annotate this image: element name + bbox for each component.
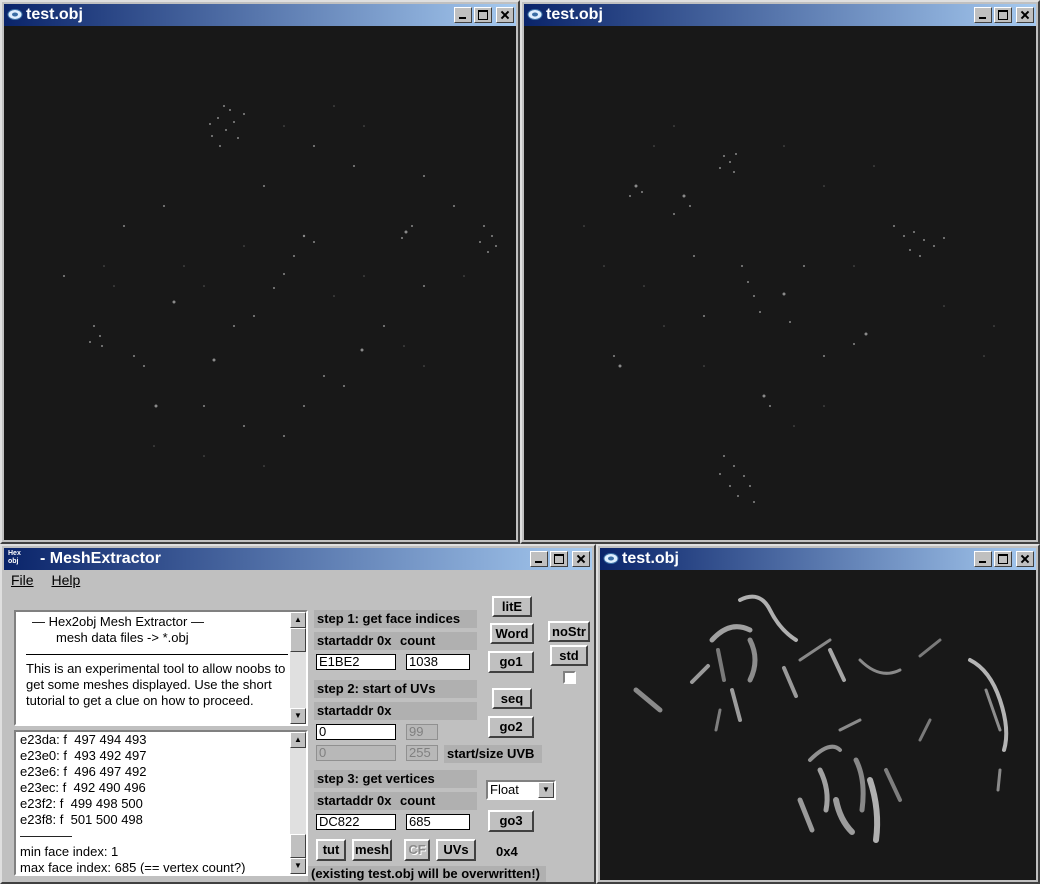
3d-viewport[interactable]: [4, 26, 516, 540]
seq-button[interactable]: seq: [492, 688, 532, 709]
app-icon: Hex obj: [8, 550, 21, 565]
close-button[interactable]: [496, 7, 514, 23]
log-line: e23e0: f 493 492 497: [20, 748, 147, 763]
point-cloud-render: [63, 105, 497, 467]
window-title: - MeshExtractor: [40, 550, 161, 567]
type-dropdown[interactable]: Float ▼: [486, 780, 556, 800]
log-line: e23da: f 497 494 493: [20, 732, 147, 747]
minimize-button[interactable]: [974, 7, 992, 23]
step1-count-field[interactable]: 1038: [406, 654, 470, 670]
nostr-button[interactable]: noStr: [548, 621, 590, 642]
maximize-button[interactable]: [474, 7, 492, 23]
menu-bar: File Help: [4, 570, 592, 590]
scroll-thumb[interactable]: [290, 834, 306, 858]
step2-startaddr-label: startaddr 0x: [314, 702, 477, 720]
log-line: min face index: 1: [20, 844, 119, 859]
log-scrollbar[interactable]: ▲ ▼: [290, 732, 306, 874]
step3-label: step 3: get vertices: [314, 770, 477, 788]
dropdown-arrow-icon[interactable]: ▼: [538, 782, 554, 798]
intro-scrollbar[interactable]: ▲ ▼: [290, 612, 306, 724]
maximize-button[interactable]: [994, 7, 1012, 23]
title-bar[interactable]: test.obj: [524, 4, 1036, 26]
mesh-button[interactable]: mesh: [352, 839, 392, 861]
menu-help[interactable]: Help: [44, 570, 87, 590]
go3-button[interactable]: go3: [488, 810, 534, 832]
3d-viewport[interactable]: [600, 570, 1036, 880]
window-title: test.obj: [546, 6, 603, 23]
uvs-button[interactable]: UVs: [436, 839, 476, 861]
step2-field-99: 99: [406, 724, 438, 740]
intro-subtitle: mesh data files -> *.obj: [56, 630, 189, 645]
option-checkbox[interactable]: [563, 671, 576, 684]
scroll-up-arrow-icon[interactable]: ▲: [290, 612, 306, 628]
step1-startaddr-label: startaddr 0x count: [314, 632, 477, 650]
log-line: ————: [20, 828, 72, 843]
point-cloud-render: [583, 125, 995, 503]
step3-count-field[interactable]: 685: [406, 814, 470, 830]
window-title: test.obj: [622, 550, 679, 567]
intro-title: — Hex2obj Mesh Extractor —: [32, 614, 204, 629]
scroll-thumb[interactable]: [290, 628, 306, 652]
stride-label: 0x4: [496, 844, 518, 859]
intro-paragraph: This is an experimental tool to allow no…: [26, 661, 286, 708]
log-line: e23e6: f 496 497 492: [20, 764, 147, 779]
step3-startaddr-label: startaddr 0x count: [314, 792, 477, 810]
log-panel: e23da: f 497 494 493 e23e0: f 493 492 497…: [14, 730, 308, 876]
close-button[interactable]: [1016, 551, 1034, 567]
viewport-window-1: test.obj: [0, 0, 520, 544]
title-bar[interactable]: Hex obj - MeshExtractor: [4, 548, 592, 570]
scroll-down-arrow-icon[interactable]: ▼: [290, 858, 306, 874]
std-button[interactable]: std: [550, 645, 588, 666]
window-icon: [603, 553, 619, 564]
step2-label: step 2: start of UVs: [314, 680, 477, 698]
lite-button[interactable]: litE: [492, 596, 532, 617]
title-bar[interactable]: test.obj: [4, 4, 516, 26]
step3-startaddr-field[interactable]: DC822: [316, 814, 396, 830]
viewport-window-3: test.obj: [596, 544, 1040, 884]
tut-button[interactable]: tut: [316, 839, 346, 861]
minimize-button[interactable]: [454, 7, 472, 23]
step2-uvb-start-field: 0: [316, 745, 396, 761]
intro-divider: [26, 654, 288, 655]
step1-startaddr-field[interactable]: E1BE2: [316, 654, 396, 670]
3d-viewport[interactable]: [524, 26, 1036, 540]
intro-text-panel: — Hex2obj Mesh Extractor — mesh data fil…: [14, 610, 308, 726]
mesh-strips-render: [633, 594, 1009, 843]
step3-count-label: count: [400, 793, 436, 808]
maximize-button[interactable]: [550, 551, 568, 567]
uvb-label: start/size UVB: [444, 745, 542, 763]
title-bar[interactable]: test.obj: [600, 548, 1036, 570]
step2-startaddr-field[interactable]: 0: [316, 724, 396, 740]
close-button[interactable]: [572, 551, 590, 567]
go2-button[interactable]: go2: [488, 716, 534, 738]
minimize-button[interactable]: [530, 551, 548, 567]
log-line: e23ec: f 492 490 496: [20, 780, 146, 795]
mesh-extractor-window: Hex obj - MeshExtractor File Help — Hex2…: [0, 544, 596, 884]
footer-note: (existing test.obj will be overwritten!): [308, 866, 546, 882]
window-icon: [7, 9, 23, 20]
minimize-button[interactable]: [974, 551, 992, 567]
log-line: e23f2: f 499 498 500: [20, 796, 143, 811]
window-title: test.obj: [26, 6, 83, 23]
viewport-window-2: test.obj: [520, 0, 1040, 544]
step1-label: step 1: get face indices: [314, 610, 477, 628]
scroll-down-arrow-icon[interactable]: ▼: [290, 708, 306, 724]
scroll-up-arrow-icon[interactable]: ▲: [290, 732, 306, 748]
menu-file[interactable]: File: [4, 570, 41, 590]
maximize-button[interactable]: [994, 551, 1012, 567]
go1-button[interactable]: go1: [488, 651, 534, 673]
step2-uvb-size-field: 255: [406, 745, 438, 761]
log-line: max face index: 685 (== vertex count?): [20, 860, 246, 875]
log-line: e23f8: f 501 500 498: [20, 812, 143, 827]
window-icon: [527, 9, 543, 20]
cf-button: CF: [404, 839, 430, 861]
word-button[interactable]: Word: [490, 623, 534, 644]
close-button[interactable]: [1016, 7, 1034, 23]
step1-count-label: count: [400, 633, 436, 648]
